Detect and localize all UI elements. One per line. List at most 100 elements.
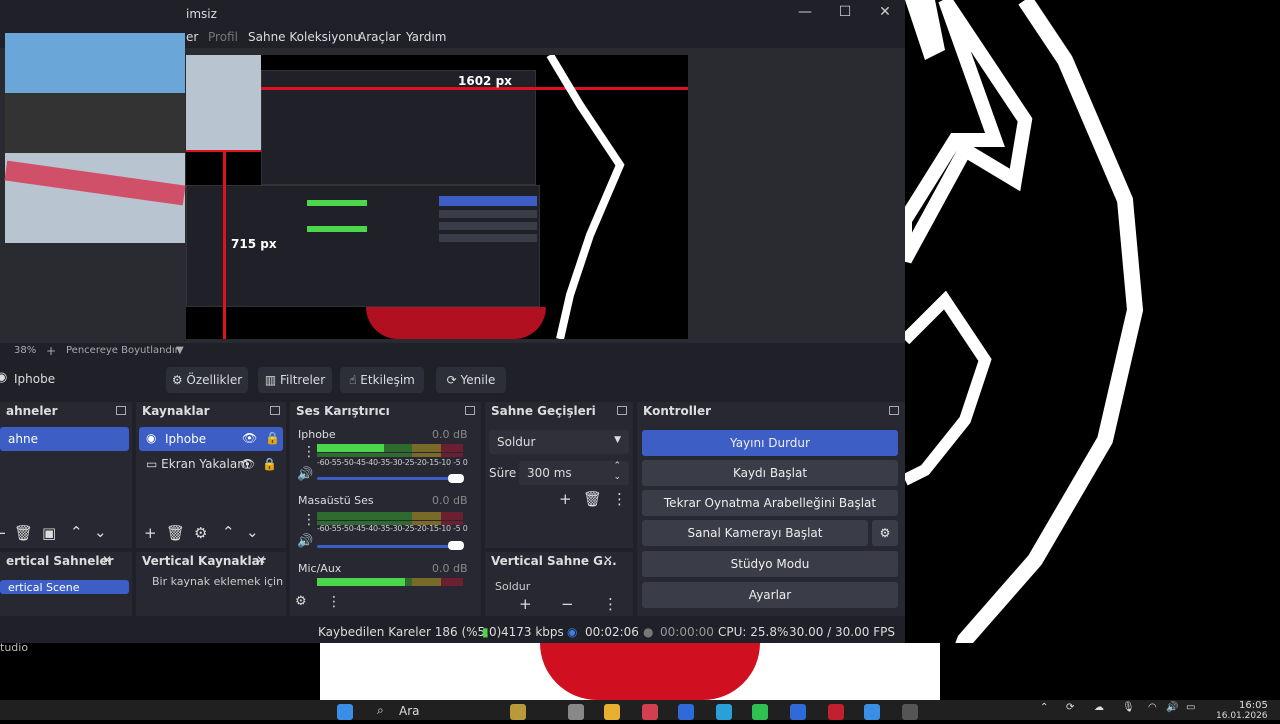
file-explorer-icon[interactable]: [604, 704, 620, 720]
filter-icon[interactable]: ▣: [42, 524, 56, 542]
kebab-menu-icon[interactable]: ⋮: [302, 512, 316, 528]
start-replay-buffer-button[interactable]: Tekrar Oynatma Arabelleğini Başlat: [642, 490, 898, 516]
app-icon[interactable]: [642, 704, 658, 720]
zoom-value: 38%: [14, 345, 37, 356]
sources-title: Kaynaklar: [142, 404, 210, 418]
close-button[interactable]: ✕: [870, 4, 900, 24]
stream-icon: ◉: [567, 625, 578, 639]
undock-icon[interactable]: [889, 406, 899, 415]
move-down-icon[interactable]: ⌄: [246, 523, 259, 541]
clock-time[interactable]: 16:05: [1239, 700, 1268, 711]
microphone-icon[interactable]: 🎙: [1122, 702, 1135, 713]
duration-spinbox[interactable]: 300 ms ⌃ ⌄: [519, 461, 629, 485]
speaker-icon[interactable]: 🔊: [297, 534, 313, 549]
gear-icon[interactable]: ⚙: [295, 594, 307, 609]
preview-canvas[interactable]: 1602 px 715 px: [186, 55, 688, 339]
fit-to-window-label[interactable]: Pencereye Boyutlandır: [66, 345, 179, 356]
gear-icon[interactable]: ⚙: [194, 524, 207, 542]
properties-button[interactable]: ⚙ Özellikler: [166, 367, 248, 393]
eye-icon[interactable]: 👁: [242, 431, 257, 445]
undock-icon[interactable]: [270, 406, 280, 415]
trash-icon[interactable]: 🗑: [14, 524, 33, 542]
interact-button[interactable]: ☝ Etkileşim: [340, 367, 424, 393]
start-recording-button[interactable]: Kaydı Başlat: [642, 460, 898, 486]
menu-tools[interactable]: Araçlar: [358, 30, 401, 44]
undock-icon[interactable]: [465, 406, 475, 415]
vertical-transitions-dock: Vertical Sahne G... ✕ Soldur + − ⋮: [485, 552, 633, 616]
obs-icon[interactable]: [902, 704, 918, 720]
remove-icon[interactable]: −: [561, 595, 574, 613]
trash-icon[interactable]: 🗑: [583, 490, 602, 508]
start-virtual-camera-button[interactable]: Sanal Kamerayı Başlat: [642, 520, 868, 546]
menu-profile[interactable]: Profil: [208, 30, 238, 44]
menu-edit[interactable]: er: [186, 30, 198, 44]
transition-select[interactable]: Soldur ▼: [489, 430, 629, 454]
trash-icon[interactable]: 🗑: [166, 524, 185, 542]
chevron-down-icon[interactable]: ▼: [176, 345, 184, 356]
search-icon[interactable]: ⌕: [377, 703, 384, 718]
battery-icon[interactable]: ▭: [1186, 702, 1195, 713]
app-icon[interactable]: [864, 704, 880, 720]
scene-item[interactable]: ahne: [0, 427, 129, 451]
undock-icon[interactable]: [116, 406, 126, 415]
eye-icon[interactable]: 👁: [240, 457, 255, 471]
kebab-menu-icon[interactable]: ⋮: [302, 444, 316, 460]
add-transition-icon[interactable]: +: [559, 490, 572, 508]
filters-button[interactable]: ▥ Filtreler: [258, 367, 332, 393]
whatsapp-icon[interactable]: [752, 704, 768, 720]
vertical-transitions-header: Vertical Sahne G... ✕: [485, 552, 633, 572]
zoom-plus-button[interactable]: +: [46, 344, 56, 358]
source-item-screen[interactable]: ▭ Ekran Yakalam 👁 🔒: [146, 457, 282, 471]
settings-button[interactable]: Ayarlar: [642, 582, 898, 608]
refresh-button[interactable]: ⟳ Yenile: [436, 367, 506, 393]
add-source-icon[interactable]: +: [144, 524, 157, 542]
menu-help[interactable]: Yardım: [406, 30, 446, 44]
close-icon[interactable]: ✕: [603, 553, 613, 567]
volume-slider-handle[interactable]: [448, 474, 464, 483]
kebab-menu-icon[interactable]: ⋮: [603, 595, 618, 613]
menu-scene-collection[interactable]: Sahne Koleksiyonu: [248, 30, 361, 44]
task-view-icon[interactable]: [568, 704, 584, 720]
measure-line-vertical: [223, 150, 226, 339]
add-icon[interactable]: +: [519, 595, 532, 613]
volume-slider[interactable]: [317, 477, 463, 480]
channel-db: 0.0 dB: [432, 494, 468, 507]
app-icon[interactable]: [678, 704, 694, 720]
virtual-camera-settings-button[interactable]: ⚙: [872, 520, 898, 546]
properties-label: Özellikler: [186, 373, 243, 387]
minimize-button[interactable]: —: [790, 4, 820, 24]
maximize-button[interactable]: ☐: [830, 4, 860, 24]
remove-scene-icon[interactable]: −: [0, 524, 7, 542]
undock-icon[interactable]: [617, 406, 627, 415]
volume-slider-handle[interactable]: [448, 541, 464, 550]
widget-icon[interactable]: [510, 704, 526, 720]
move-up-icon[interactable]: ⌃: [222, 523, 235, 541]
edge-icon[interactable]: [716, 704, 732, 720]
sync-icon[interactable]: ⟳: [1066, 702, 1074, 713]
source-item-iphobe[interactable]: ◉ Iphobe 👁 🔒: [139, 427, 283, 451]
lock-icon[interactable]: 🔒: [262, 457, 277, 471]
volume-icon[interactable]: 🔊: [1166, 702, 1178, 713]
filters-label: Filtreler: [280, 373, 326, 387]
move-down-icon[interactable]: ⌄: [94, 523, 107, 541]
spin-up-icon[interactable]: ⌃: [613, 461, 621, 471]
antivirus-icon[interactable]: [828, 704, 844, 720]
kebab-menu-icon[interactable]: ⋮: [612, 490, 627, 508]
taskbar-search[interactable]: Ara: [399, 704, 420, 718]
lock-icon[interactable]: 🔒: [265, 431, 280, 445]
vertical-scene-item[interactable]: ertical Scene: [0, 580, 129, 594]
close-icon[interactable]: ✕: [102, 553, 112, 567]
move-up-icon[interactable]: ⌃: [70, 523, 83, 541]
store-icon[interactable]: [790, 704, 806, 720]
windows-start-icon[interactable]: [337, 704, 353, 720]
close-icon[interactable]: ✕: [256, 553, 266, 567]
cloud-icon[interactable]: ☁: [1094, 702, 1104, 713]
spin-down-icon[interactable]: ⌄: [613, 472, 621, 482]
kebab-menu-icon[interactable]: ⋮: [327, 594, 341, 610]
speaker-icon[interactable]: 🔊: [297, 467, 313, 482]
wifi-icon[interactable]: ◠: [1148, 702, 1157, 713]
studio-mode-button[interactable]: Stüdyo Modu: [642, 551, 898, 577]
chevron-up-icon[interactable]: ⌃: [1040, 702, 1048, 713]
volume-slider[interactable]: [317, 545, 463, 548]
stop-streaming-button[interactable]: Yayını Durdur: [642, 430, 898, 456]
